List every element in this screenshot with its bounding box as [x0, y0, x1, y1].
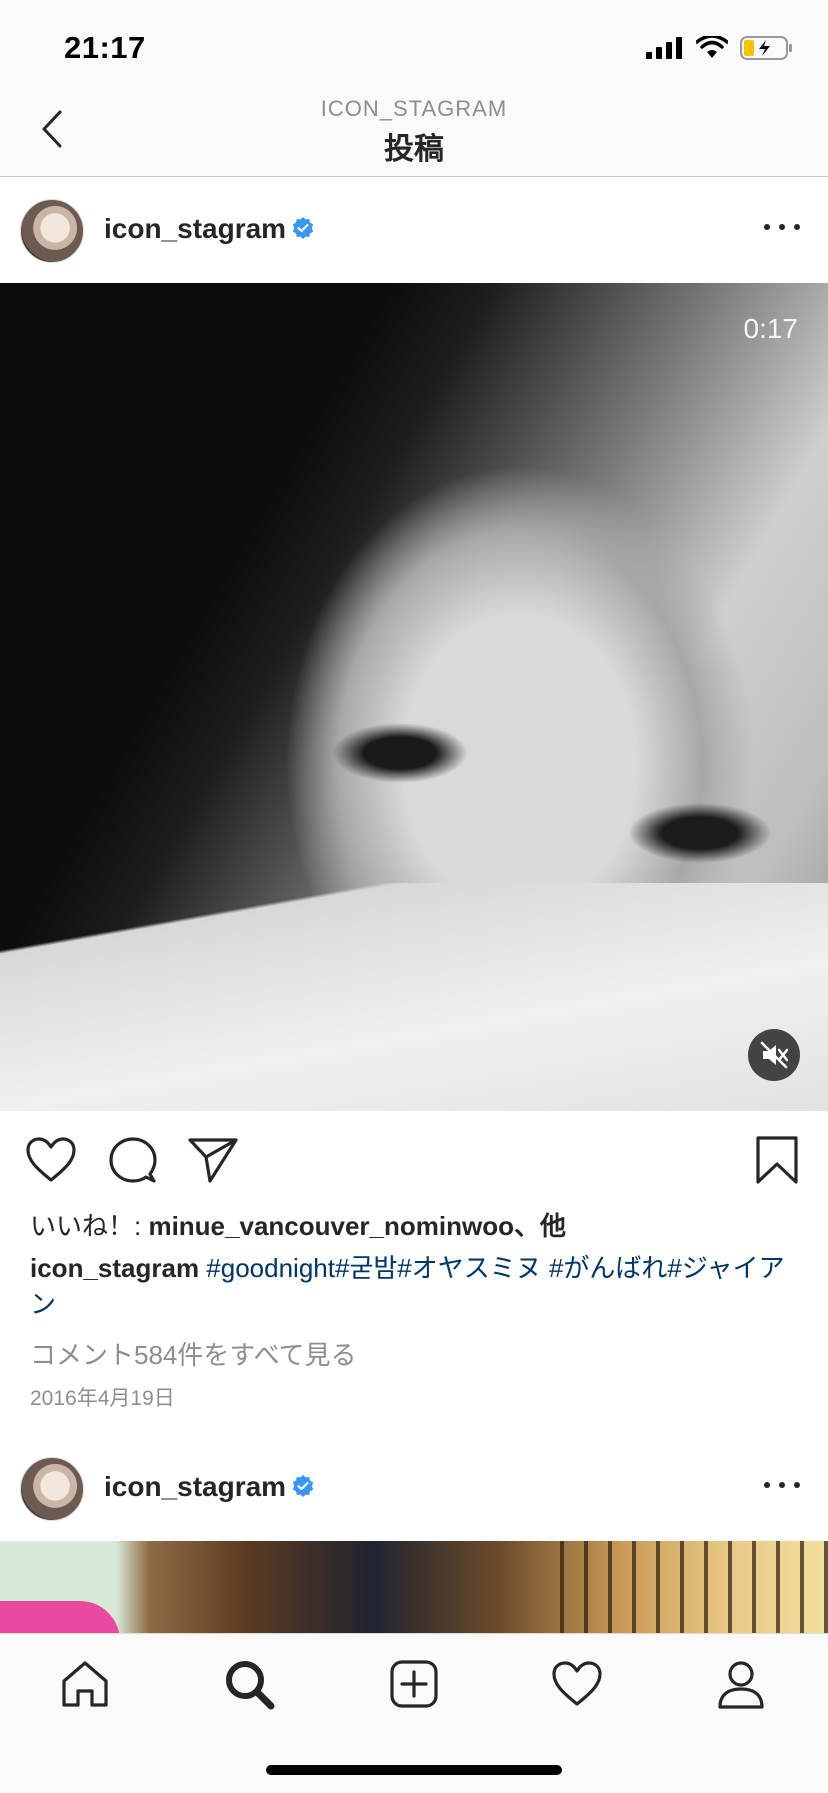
post-image-2[interactable] [0, 1541, 828, 1633]
more-icon [764, 224, 770, 230]
status-time: 21:17 [64, 30, 146, 65]
post-actions [0, 1111, 828, 1211]
post-username[interactable]: icon_stagram [104, 213, 286, 245]
like-button[interactable] [24, 1133, 78, 1187]
more-button[interactable] [764, 217, 800, 237]
add-icon [390, 1660, 438, 1708]
nav-header: ICON_STAGRAM 投稿 [0, 94, 828, 177]
search-icon [226, 1661, 275, 1710]
caption: icon_stagram #goodnight#굳밤#オヤスミヌ #がんばれ#ジ… [30, 1250, 790, 1322]
battery-icon [740, 36, 792, 60]
tab-profile[interactable] [711, 1654, 771, 1714]
home-indicator [266, 1765, 562, 1775]
post-username-2[interactable]: icon_stagram [104, 1471, 286, 1503]
comment-button[interactable] [106, 1133, 160, 1187]
likes-prefix: いいね！: [30, 1211, 149, 1241]
tab-create[interactable] [384, 1654, 444, 1714]
post-header-2: icon_stagram [0, 1435, 828, 1541]
tab-home[interactable] [55, 1654, 115, 1714]
more-icon [764, 1482, 770, 1488]
video-timer: 0:17 [743, 313, 799, 344]
page-title: 投稿 [384, 133, 444, 166]
home-icon [62, 1661, 108, 1707]
more-icon-dot [794, 1482, 800, 1488]
bookmark-icon [756, 1136, 798, 1184]
status-bar: 21:17 [0, 0, 828, 94]
comment-icon [109, 1137, 157, 1183]
view-comments-link[interactable]: コメント584件をすべて見る [30, 1335, 357, 1372]
image-detail-railing [560, 1541, 828, 1633]
post-date: 2016年4月19日 [30, 1387, 175, 1410]
share-icon [188, 1138, 238, 1183]
nav-subtitle: ICON_STAGRAM [320, 96, 508, 121]
likes-suffix[interactable]: 、他 [514, 1211, 566, 1241]
tab-search[interactable] [219, 1654, 279, 1714]
heart-icon [26, 1137, 76, 1182]
caption-username[interactable]: icon_stagram [30, 1253, 199, 1283]
verified-icon [292, 217, 314, 239]
likes-user[interactable]: minue_vancouver_nominwoo [148, 1211, 514, 1241]
signal-icon [646, 37, 682, 59]
likes-line: いいね！: minue_vancouver_nominwoo、他 [30, 1206, 566, 1243]
more-icon-dot [794, 224, 800, 230]
post-video[interactable]: 0:17 [0, 283, 828, 1111]
wifi-icon [696, 36, 728, 58]
post-header: icon_stagram [0, 177, 828, 283]
share-button[interactable] [186, 1133, 240, 1187]
more-button-2[interactable] [764, 1475, 800, 1495]
mute-button[interactable] [748, 1029, 800, 1081]
more-icon-dot [779, 224, 785, 230]
avatar[interactable] [20, 199, 84, 263]
status-icons [646, 36, 794, 60]
video-frame-lower [0, 883, 828, 1111]
activity-icon [552, 1661, 602, 1706]
avatar-2[interactable] [20, 1457, 84, 1521]
profile-icon [718, 1661, 764, 1709]
more-icon-dot [779, 1482, 785, 1488]
mute-icon [760, 1041, 789, 1069]
save-button[interactable] [750, 1133, 804, 1187]
verified-icon [292, 1475, 314, 1497]
image-detail [0, 1601, 120, 1633]
tab-activity[interactable] [547, 1654, 607, 1714]
